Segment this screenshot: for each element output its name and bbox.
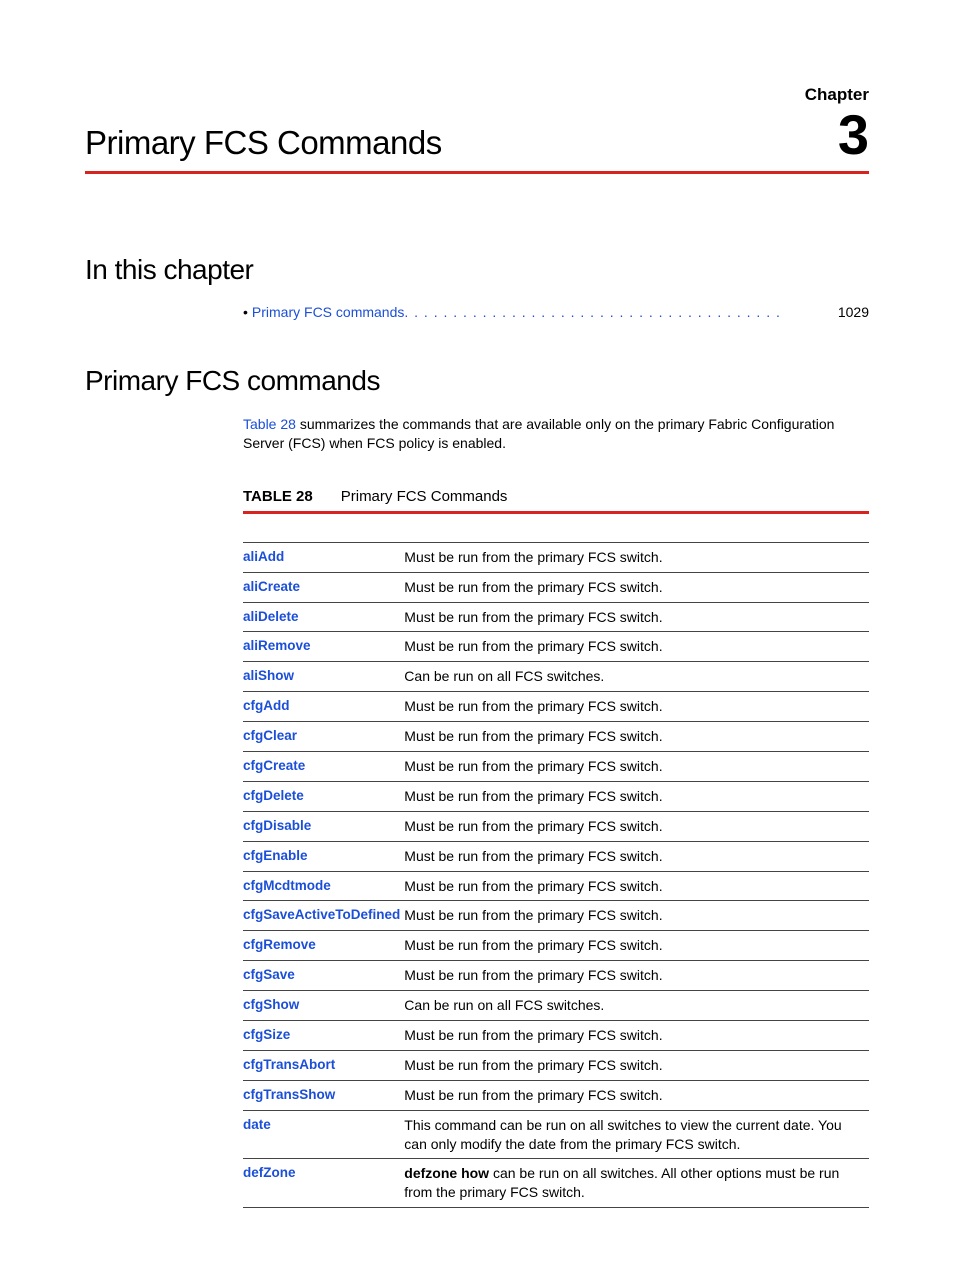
command-desc: Must be run from the primary FCS switch. xyxy=(404,901,869,931)
command-desc: Must be run from the primary FCS switch. xyxy=(404,752,869,782)
command-link[interactable]: cfgShow xyxy=(243,991,404,1021)
command-link[interactable]: cfgTransAbort xyxy=(243,1050,404,1080)
command-desc: Must be run from the primary FCS switch. xyxy=(404,871,869,901)
command-link[interactable]: cfgRemove xyxy=(243,931,404,961)
table-row: cfgDisableMust be run from the primary F… xyxy=(243,811,869,841)
chapter-header: Primary FCS Commands 3 xyxy=(85,107,869,174)
intro-text: summarizes the commands that are availab… xyxy=(243,416,834,451)
command-desc: Can be run on all FCS switches. xyxy=(404,991,869,1021)
toc-entry: • Primary FCS commands . . . . . . . . .… xyxy=(243,304,869,320)
toc-leader-dots: . . . . . . . . . . . . . . . . . . . . … xyxy=(404,304,819,320)
command-desc: Must be run from the primary FCS switch. xyxy=(404,841,869,871)
table-row: cfgDeleteMust be run from the primary FC… xyxy=(243,781,869,811)
table-row: cfgEnableMust be run from the primary FC… xyxy=(243,841,869,871)
defzone-lead-bold: defzone xyxy=(404,1165,457,1181)
command-desc: defzone how can be run on all switches. … xyxy=(404,1159,869,1208)
command-desc: Must be run from the primary FCS switch. xyxy=(404,1080,869,1110)
table-row: cfgSaveActiveToDefinedMust be run from t… xyxy=(243,901,869,931)
bullet-icon: • xyxy=(243,304,248,320)
command-desc: Must be run from the primary FCS switch. xyxy=(404,632,869,662)
command-link[interactable]: cfgDisable xyxy=(243,811,404,841)
table-row: aliCreateMust be run from the primary FC… xyxy=(243,572,869,602)
command-desc: Can be run on all FCS switches. xyxy=(404,662,869,692)
intro-paragraph: Table 28 summarizes the commands that ar… xyxy=(243,415,869,453)
command-link[interactable]: aliDelete xyxy=(243,602,404,632)
table-reference-link[interactable]: Table 28 xyxy=(243,416,296,432)
table-number: TABLE 28 xyxy=(243,488,313,505)
command-link[interactable]: aliCreate xyxy=(243,572,404,602)
table-row: cfgMcdtmodeMust be run from the primary … xyxy=(243,871,869,901)
command-desc: Must be run from the primary FCS switch. xyxy=(404,572,869,602)
table-title: Primary FCS Commands xyxy=(341,488,508,505)
table-row: aliAddMust be run from the primary FCS s… xyxy=(243,542,869,572)
command-link-defzone[interactable]: defZone xyxy=(243,1159,404,1208)
heading-in-this-chapter: In this chapter xyxy=(85,254,869,286)
table-row: cfgRemoveMust be run from the primary FC… xyxy=(243,931,869,961)
command-desc: Must be run from the primary FCS switch. xyxy=(404,961,869,991)
command-link[interactable]: cfgEnable xyxy=(243,841,404,871)
table-row: cfgShowCan be run on all FCS switches. xyxy=(243,991,869,1021)
command-link[interactable]: cfgCreate xyxy=(243,752,404,782)
heading-primary-fcs-commands: Primary FCS commands xyxy=(85,365,869,397)
command-desc: Must be run from the primary FCS switch. xyxy=(404,542,869,572)
table-row: aliDeleteMust be run from the primary FC… xyxy=(243,602,869,632)
table-row: cfgTransAbortMust be run from the primar… xyxy=(243,1050,869,1080)
command-link[interactable]: cfgClear xyxy=(243,722,404,752)
page-title: Primary FCS Commands xyxy=(85,124,442,162)
table-row: cfgSizeMust be run from the primary FCS … xyxy=(243,1021,869,1051)
command-link[interactable]: cfgMcdtmode xyxy=(243,871,404,901)
command-link[interactable]: aliAdd xyxy=(243,542,404,572)
command-desc: This command can be run on all switches … xyxy=(404,1110,869,1159)
command-desc: Must be run from the primary FCS switch. xyxy=(404,1050,869,1080)
table-row: defZone defzone how can be run on all sw… xyxy=(243,1159,869,1208)
command-link[interactable]: cfgTransShow xyxy=(243,1080,404,1110)
table-row: aliRemoveMust be run from the primary FC… xyxy=(243,632,869,662)
command-desc: Must be run from the primary FCS switch. xyxy=(404,781,869,811)
command-link[interactable]: cfgSize xyxy=(243,1021,404,1051)
defzone-how-bold: how xyxy=(461,1165,489,1181)
chapter-label: Chapter xyxy=(85,85,869,105)
table-row: cfgSaveMust be run from the primary FCS … xyxy=(243,961,869,991)
command-link[interactable]: cfgSaveActiveToDefined xyxy=(243,901,404,931)
command-desc: Must be run from the primary FCS switch. xyxy=(404,722,869,752)
table-caption: TABLE 28 Primary FCS Commands xyxy=(243,488,869,514)
command-link[interactable]: date xyxy=(243,1110,404,1159)
command-link[interactable]: aliShow xyxy=(243,662,404,692)
command-desc: Must be run from the primary FCS switch. xyxy=(404,692,869,722)
toc-link-primary-fcs[interactable]: Primary FCS commands xyxy=(252,304,404,320)
chapter-number: 3 xyxy=(838,107,869,163)
command-link[interactable]: cfgDelete xyxy=(243,781,404,811)
command-desc: Must be run from the primary FCS switch. xyxy=(404,1021,869,1051)
command-desc: Must be run from the primary FCS switch. xyxy=(404,602,869,632)
command-link[interactable]: cfgAdd xyxy=(243,692,404,722)
table-row: cfgClearMust be run from the primary FCS… xyxy=(243,722,869,752)
command-link[interactable]: cfgSave xyxy=(243,961,404,991)
table-row: aliShowCan be run on all FCS switches. xyxy=(243,662,869,692)
table-row: cfgTransShowMust be run from the primary… xyxy=(243,1080,869,1110)
command-link[interactable]: aliRemove xyxy=(243,632,404,662)
table-row: cfgAddMust be run from the primary FCS s… xyxy=(243,692,869,722)
table-row: dateThis command can be run on all switc… xyxy=(243,1110,869,1159)
commands-table: aliAddMust be run from the primary FCS s… xyxy=(243,532,869,1208)
command-desc: Must be run from the primary FCS switch. xyxy=(404,931,869,961)
table-row: cfgCreateMust be run from the primary FC… xyxy=(243,752,869,782)
command-desc: Must be run from the primary FCS switch. xyxy=(404,811,869,841)
toc-page-number: 1029 xyxy=(838,304,869,320)
